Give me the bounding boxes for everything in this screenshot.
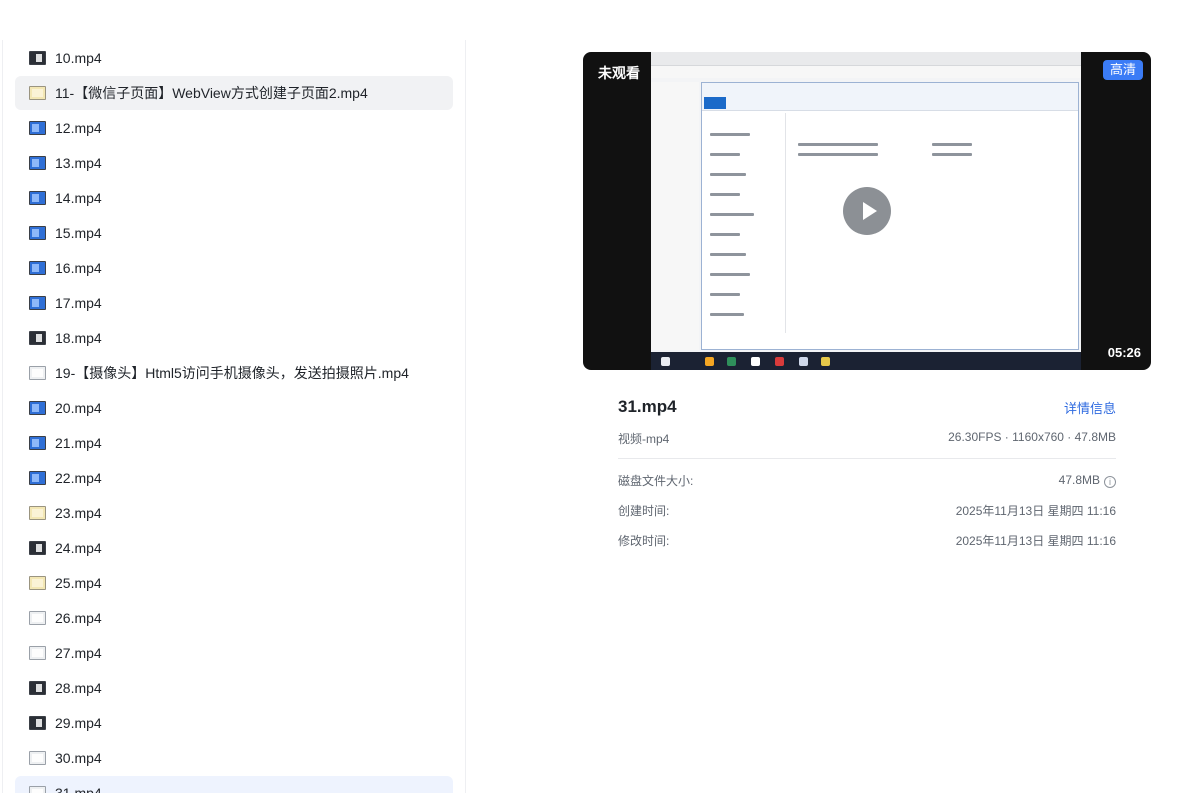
video-thumbnail-icon — [29, 51, 46, 65]
file-name: 29.mp4 — [55, 715, 102, 731]
file-name: 22.mp4 — [55, 470, 102, 486]
info-row: 磁盘文件大小: 47.8MB i — [618, 465, 1116, 495]
file-row[interactable]: 29.mp4 — [15, 706, 453, 740]
divider — [618, 458, 1116, 459]
file-list: 10.mp4 11-【微信子页面】WebView方式创建子页面2.mp4 12.mp… — [2, 40, 466, 793]
video-thumbnail-icon — [29, 366, 46, 380]
video-thumbnail-icon — [29, 471, 46, 485]
file-name: 21.mp4 — [55, 435, 102, 451]
info-label: 创建时间: — [618, 503, 670, 518]
video-thumbnail-icon — [29, 331, 46, 345]
info-icon[interactable]: i — [1104, 475, 1116, 488]
video-thumbnail-icon — [29, 506, 46, 520]
file-row[interactable]: 25.mp4 — [15, 566, 453, 600]
file-row[interactable]: 12.mp4 — [15, 111, 453, 145]
info-value: 2025年11月13日 星期四 11:16 — [955, 503, 1116, 518]
file-name: 25.mp4 — [55, 575, 102, 591]
file-type: 视频-mp4 — [618, 432, 670, 446]
file-name: 12.mp4 — [55, 120, 102, 136]
file-row[interactable]: 17.mp4 — [15, 286, 453, 320]
file-row[interactable]: 20.mp4 — [15, 391, 453, 425]
info-value: 47.8MB — [1058, 472, 1100, 487]
info-label: 磁盘文件大小: — [618, 473, 694, 488]
file-name: 28.mp4 — [55, 680, 102, 696]
file-row[interactable]: 10.mp4 — [15, 41, 453, 75]
video-thumbnail-icon — [29, 576, 46, 590]
file-row[interactable]: 11-【微信子页面】WebView方式创建子页面2.mp4 — [15, 76, 453, 110]
file-name: 26.mp4 — [55, 610, 102, 626]
file-info: 31.mp4 详情信息 视频-mp4 26.30FPS · 1160x760 ·… — [618, 395, 1116, 555]
file-row[interactable]: 13.mp4 — [15, 146, 453, 180]
file-name: 20.mp4 — [55, 400, 102, 416]
video-duration: 05:26 — [1107, 345, 1141, 360]
file-row[interactable]: 24.mp4 — [15, 531, 453, 565]
file-row[interactable]: 27.mp4 — [15, 636, 453, 670]
video-thumbnail-icon — [29, 156, 46, 170]
file-row[interactable]: 23.mp4 — [15, 496, 453, 530]
video-thumbnail-icon — [29, 786, 46, 793]
video-thumbnail-icon — [29, 86, 46, 100]
file-row[interactable]: 26.mp4 — [15, 601, 453, 635]
file-name: 11-【微信子页面】WebView方式创建子页面2.mp4 — [55, 85, 368, 101]
file-row[interactable]: 22.mp4 — [15, 461, 453, 495]
file-name: 18.mp4 — [55, 330, 102, 346]
file-name: 23.mp4 — [55, 505, 102, 521]
video-thumbnail-icon — [29, 191, 46, 205]
video-thumbnail-icon — [29, 646, 46, 660]
file-name: 10.mp4 — [55, 50, 102, 66]
info-row: 创建时间: 2025年11月13日 星期四 11:16 — [618, 495, 1116, 525]
file-row[interactable]: 19-【摄像头】Html5访问手机摄像头，发送拍摄照片.mp4 — [15, 356, 453, 390]
file-row[interactable]: 16.mp4 — [15, 251, 453, 285]
file-row[interactable]: 15.mp4 — [15, 216, 453, 250]
file-name: 16.mp4 — [55, 260, 102, 276]
file-row[interactable]: 14.mp4 — [15, 181, 453, 215]
info-row: 修改时间: 2025年11月13日 星期四 11:16 — [618, 525, 1116, 555]
video-thumbnail-icon — [29, 401, 46, 415]
file-name: 14.mp4 — [55, 190, 102, 206]
file-name: 17.mp4 — [55, 295, 102, 311]
file-row[interactable]: 30.mp4 — [15, 741, 453, 775]
file-name: 24.mp4 — [55, 540, 102, 556]
video-thumbnail-icon — [29, 716, 46, 730]
file-title: 31.mp4 — [618, 397, 677, 416]
info-value: 2025年11月13日 星期四 11:16 — [955, 533, 1116, 548]
file-name: 19-【摄像头】Html5访问手机摄像头，发送拍摄照片.mp4 — [55, 365, 409, 381]
video-thumbnail-icon — [29, 226, 46, 240]
play-icon[interactable] — [843, 187, 891, 235]
info-label: 修改时间: — [618, 533, 670, 548]
video-thumbnail-icon — [29, 121, 46, 135]
file-name: 30.mp4 — [55, 750, 102, 766]
file-row[interactable]: 21.mp4 — [15, 426, 453, 460]
video-thumbnail-icon — [29, 296, 46, 310]
video-thumbnail-icon — [29, 261, 46, 275]
unwatched-label: 未观看 — [598, 65, 640, 81]
file-name: 27.mp4 — [55, 645, 102, 661]
video-thumbnail-icon — [29, 436, 46, 450]
file-name: 31.mp4 — [55, 785, 102, 793]
details-link[interactable]: 详情信息 — [1064, 398, 1116, 417]
file-specs: 26.30FPS · 1160x760 · 47.8MB — [948, 430, 1116, 444]
file-row[interactable]: 31.mp4 — [15, 776, 453, 793]
file-row[interactable]: 28.mp4 — [15, 671, 453, 705]
file-name: 15.mp4 — [55, 225, 102, 241]
file-name: 13.mp4 — [55, 155, 102, 171]
video-thumbnail-icon — [29, 681, 46, 695]
quality-badge[interactable]: 高清 — [1102, 60, 1143, 80]
video-thumbnail-icon — [29, 751, 46, 765]
video-thumbnail-icon — [29, 541, 46, 555]
video-preview[interactable]: 未观看 高清 05:26 — [583, 52, 1151, 370]
video-thumbnail-icon — [29, 611, 46, 625]
file-row[interactable]: 18.mp4 — [15, 321, 453, 355]
